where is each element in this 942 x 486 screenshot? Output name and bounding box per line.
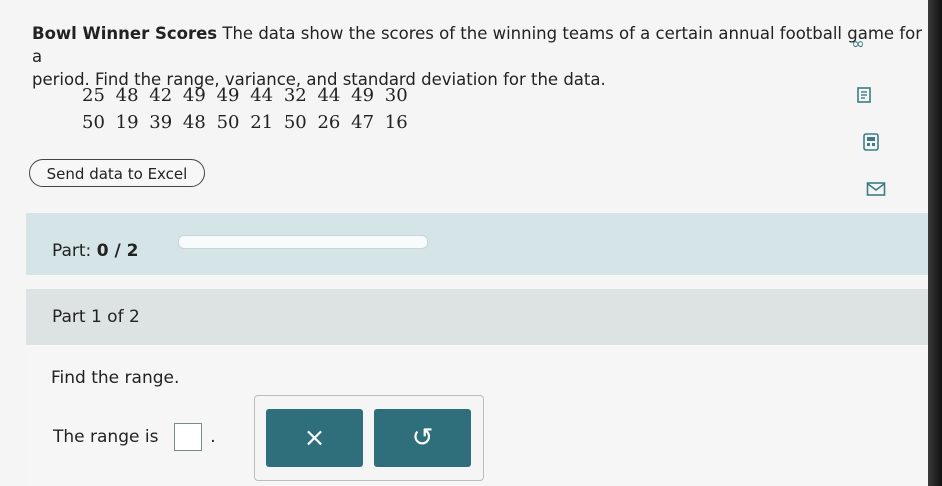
range-answer-input[interactable] (173, 423, 202, 451)
data-value: 47 (351, 112, 375, 133)
data-value: 19 (115, 112, 139, 133)
undo-button[interactable]: ↺ (374, 409, 471, 467)
send-to-excel-button[interactable]: Send data to Excel (29, 159, 205, 187)
data-value: 32 (283, 85, 307, 106)
data-value: 25 (82, 85, 105, 106)
answer-period: . (210, 427, 216, 447)
data-value: 21 (250, 112, 274, 133)
data-value: 44 (250, 85, 274, 106)
screen: Bowl Winner Scores The data show the sco… (0, 0, 928, 486)
question-panel: Find the range. The range is . × ↺ (26, 345, 928, 486)
part-heading-label: Part 1 of 2 (52, 307, 140, 327)
data-value: 39 (149, 112, 173, 133)
data-value: 49 (351, 85, 375, 106)
data-value: 49 (182, 85, 206, 106)
data-value: 30 (384, 85, 408, 106)
data-value: 49 (216, 85, 240, 106)
data-value: 50 (82, 112, 105, 133)
infinity-icon[interactable]: ∞ (848, 35, 868, 53)
problem-title: Bowl Winner Scores (32, 24, 218, 43)
problem-statement: Bowl Winner Scores The data show the sco… (32, 22, 928, 91)
data-value: 50 (283, 112, 307, 133)
data-value: 48 (182, 112, 206, 133)
part-progress-count: 0 / 2 (96, 241, 139, 261)
question-prompt: Find the range. (51, 368, 180, 388)
progress-track (178, 235, 428, 249)
data-row-1: 25 48 42 49 49 44 32 44 49 30 (82, 85, 413, 106)
data-value: 44 (317, 85, 341, 106)
worksheet-icon[interactable] (855, 86, 875, 104)
part-heading: Part 1 of 2 (26, 289, 928, 345)
data-value: 48 (115, 85, 139, 106)
data-row-2: 50 19 39 48 50 21 50 26 47 16 (82, 112, 413, 133)
answer-tools: × ↺ (254, 395, 484, 481)
calculator-icon[interactable] (861, 133, 881, 151)
mail-icon[interactable] (866, 181, 886, 199)
data-value: 16 (384, 112, 408, 133)
answer-row: The range is . (53, 423, 216, 451)
part-progress-label: Part: 0 / 2 (52, 241, 139, 261)
data-value: 42 (149, 85, 173, 106)
screen-bezel (928, 0, 942, 486)
part-progress-bar: Part: 0 / 2 (26, 213, 928, 275)
clear-button[interactable]: × (266, 409, 363, 467)
answer-label: The range is (53, 427, 159, 447)
data-value: 26 (317, 112, 341, 133)
data-value: 50 (216, 112, 240, 133)
